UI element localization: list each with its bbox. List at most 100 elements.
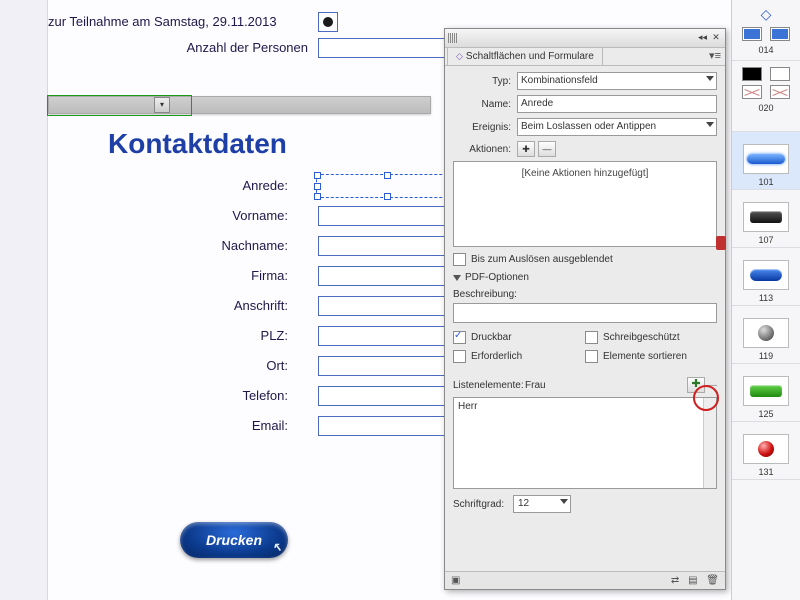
separator-dropdown-icon[interactable]: ▾ — [154, 97, 170, 113]
input-telefon[interactable] — [318, 386, 455, 406]
participation-label: zur Teilnahme am Samstag, 29.11.2013 — [48, 14, 277, 29]
panel-menu-icon[interactable]: ▾≡ — [709, 49, 721, 62]
label-email: Email: — [108, 418, 288, 433]
panel-grip-icon[interactable] — [448, 33, 458, 43]
section-title: Kontaktdaten — [108, 128, 287, 160]
diamond-icon: ◇ — [456, 51, 463, 61]
name-label: Name: — [453, 99, 511, 110]
no-actions-text: [Keine Aktionen hinzugefügt] — [522, 168, 649, 179]
sortieren-label: Elemente sortieren — [603, 351, 687, 362]
schriftgrad-select[interactable]: 12 — [513, 495, 571, 513]
persons-label: Anzahl der Personen — [108, 40, 308, 55]
rail-num-113: 113 — [732, 293, 800, 303]
red-badge-icon — [716, 236, 726, 250]
thumb-113[interactable] — [743, 260, 789, 290]
thumb-131[interactable] — [743, 434, 789, 464]
name-input[interactable]: Anrede — [517, 95, 717, 113]
persons-row: Anzahl der Personen — [48, 40, 401, 62]
aktionen-label: Aktionen: — [453, 144, 511, 155]
druckbar-checkbox[interactable] — [453, 331, 466, 344]
druckbar-label: Druckbar — [471, 332, 512, 343]
panel-tab[interactable]: ◇Schaltflächen und Formulare — [447, 47, 603, 66]
rail-num-125: 125 — [732, 409, 800, 419]
persons-input[interactable] — [318, 38, 455, 58]
panel-collapse-icon[interactable]: ◂◂ — [698, 32, 707, 43]
swatch-none-2[interactable] — [770, 85, 790, 99]
footer-trash-icon[interactable]: 🗑 — [706, 575, 719, 586]
schreibgeschuetzt-label: Schreibgeschützt — [603, 332, 680, 343]
erforderlich-label: Erforderlich — [471, 351, 522, 362]
listenelemente-label: Listenelemente: — [453, 380, 525, 391]
buttons-forms-panel: ◂◂ ✕ ◇Schaltflächen und Formulare ▾≡ Typ… — [444, 28, 726, 590]
list-more-icon[interactable]: — — [707, 380, 717, 391]
footer-new-icon[interactable]: ▤ — [688, 575, 697, 586]
pdf-options-label: PDF-Optionen — [465, 272, 529, 283]
panel-tab-label: Schaltflächen und Formulare — [466, 51, 594, 62]
panel-header[interactable]: ◂◂ ✕ — [445, 29, 725, 48]
swatch-white[interactable] — [770, 67, 790, 81]
swatch-black[interactable] — [742, 67, 762, 81]
input-firma[interactable] — [318, 266, 455, 286]
ereignis-label: Ereignis: — [453, 122, 511, 133]
label-anschrift: Anschrift: — [108, 298, 288, 313]
list-item[interactable]: Herr — [458, 401, 712, 412]
triangle-down-icon — [453, 275, 461, 281]
label-telefon: Telefon: — [108, 388, 288, 403]
diamond-outline-icon[interactable]: ◇ — [761, 6, 772, 23]
separator-bar[interactable]: ▾ — [48, 96, 431, 114]
thumb-119[interactable] — [743, 318, 789, 348]
input-vorname[interactable] — [318, 206, 455, 226]
add-action-icon[interactable]: ✚ — [517, 141, 535, 157]
hidden-until-label: Bis zum Auslösen ausgeblendet — [471, 254, 613, 265]
list-items-box[interactable]: Herr — [453, 397, 717, 489]
left-gutter — [0, 0, 48, 600]
input-anschrift[interactable] — [318, 296, 455, 316]
participation-radio[interactable] — [318, 12, 338, 32]
label-anrede: Anrede: — [108, 178, 288, 193]
footer-convert-icon[interactable]: ⇄ — [671, 575, 679, 586]
panel-body: Typ: Kombinationsfeld Name: Anrede Ereig… — [445, 65, 725, 571]
preview-icon[interactable]: ▣ — [451, 575, 460, 586]
erforderlich-checkbox[interactable] — [453, 350, 466, 363]
sortieren-checkbox[interactable] — [585, 350, 598, 363]
list-scrollbar[interactable] — [703, 398, 716, 488]
input-nachname[interactable] — [318, 236, 455, 256]
print-button[interactable]: Drucken ↖ — [180, 522, 288, 558]
swatch-none-1[interactable] — [742, 85, 762, 99]
swatch-blue[interactable] — [742, 27, 762, 41]
schriftgrad-label: Schriftgrad: — [453, 499, 513, 510]
swatch-blue-2[interactable] — [770, 27, 790, 41]
label-nachname: Nachname: — [108, 238, 288, 253]
label-plz: PLZ: — [108, 328, 288, 343]
actions-list[interactable]: [Keine Aktionen hinzugefügt] — [453, 161, 717, 247]
label-firma: Firma: — [108, 268, 288, 283]
beschreibung-label: Beschreibung: — [453, 289, 717, 300]
input-plz[interactable] — [318, 326, 455, 346]
thumb-107[interactable] — [743, 202, 789, 232]
rail-num-020: 020 — [732, 103, 800, 113]
thumb-101[interactable] — [743, 144, 789, 174]
print-button-label: Drucken — [206, 532, 262, 548]
panel-footer: ▣ ⇄ ▤ 🗑 — [445, 571, 725, 589]
hidden-until-checkbox[interactable] — [453, 253, 466, 266]
panel-close-icon[interactable]: ✕ — [711, 32, 721, 42]
rail-num-014: 014 — [732, 45, 800, 55]
label-ort: Ort: — [108, 358, 288, 373]
input-email[interactable] — [318, 416, 455, 436]
field-anrede-selected[interactable] — [316, 174, 457, 198]
rail-num-101: 101 — [732, 177, 800, 187]
schreibgeschuetzt-checkbox[interactable] — [585, 331, 598, 344]
cursor-icon: ↖ — [272, 540, 282, 554]
thumb-125[interactable] — [743, 376, 789, 406]
label-vorname: Vorname: — [108, 208, 288, 223]
beschreibung-input[interactable] — [453, 303, 717, 323]
listenelemente-input[interactable]: Frau — [525, 380, 684, 391]
rail-num-119: 119 — [732, 351, 800, 361]
input-ort[interactable] — [318, 356, 455, 376]
ereignis-select[interactable]: Beim Loslassen oder Antippen — [517, 118, 717, 136]
library-rail: ◇ 014 020 101 107 113 119 125 131 — [731, 0, 800, 600]
remove-action-icon[interactable]: — — [538, 141, 556, 157]
add-list-item-icon[interactable]: ✚ — [687, 377, 705, 393]
typ-select[interactable]: Kombinationsfeld — [517, 72, 717, 90]
pdf-options-toggle[interactable]: PDF-Optionen — [453, 272, 717, 283]
